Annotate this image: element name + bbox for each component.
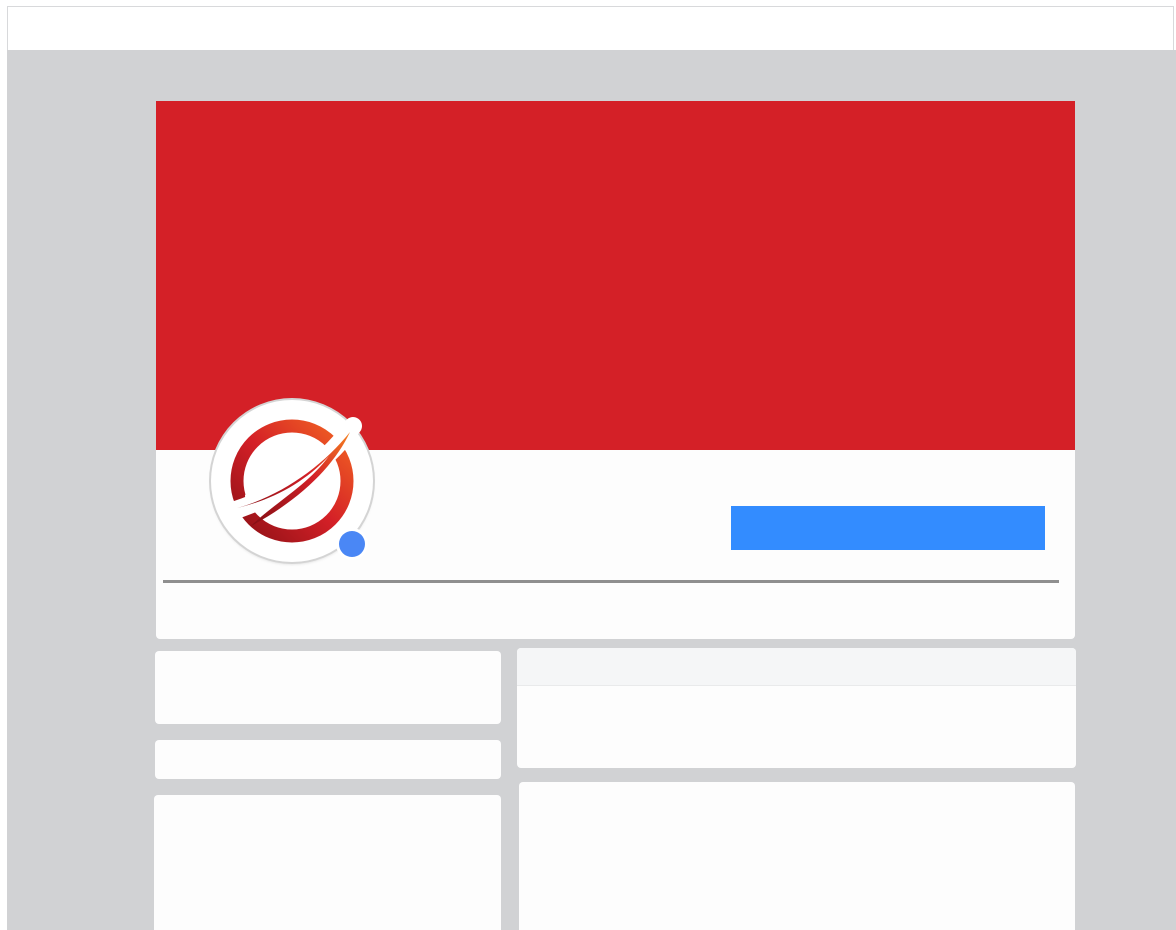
photos-card bbox=[154, 795, 501, 930]
feed-post-card bbox=[519, 782, 1075, 930]
online-status-badge bbox=[336, 528, 368, 560]
info-card bbox=[155, 740, 501, 779]
intro-card bbox=[155, 651, 501, 724]
online-status-icon bbox=[339, 531, 365, 557]
top-navigation-bar bbox=[7, 6, 1174, 50]
primary-action-button[interactable] bbox=[731, 506, 1045, 550]
composer-card-header bbox=[517, 648, 1076, 686]
browser-viewport bbox=[0, 0, 1176, 930]
profile-tabs-divider bbox=[163, 580, 1059, 583]
composer-card bbox=[517, 648, 1076, 768]
cover-photo[interactable] bbox=[156, 101, 1075, 450]
